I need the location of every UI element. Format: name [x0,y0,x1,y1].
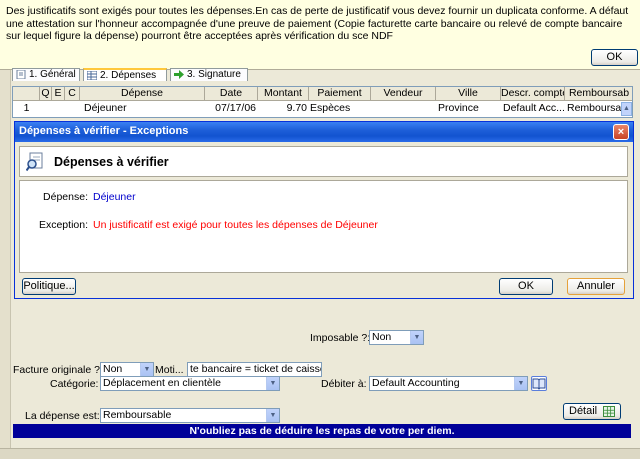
cell-montant: 9.70 [286,102,307,114]
politique-button[interactable]: Politique... [22,278,76,295]
cell-remboursable: Remboursab [567,102,622,114]
col-header-index[interactable] [13,87,40,101]
col-header-paiement[interactable]: Paiement [309,87,371,101]
depense-label: Dépense: [43,191,88,203]
imposable-select[interactable]: Non ▼ [369,330,424,345]
tab-signature-label: 3. Signature [187,69,241,80]
cell-ville: Province [438,102,479,114]
cell-paiement: Espèces [310,102,351,114]
col-header-ville[interactable]: Ville [436,87,501,101]
grid-header: Q E C Dépense Date Montant Paiement Vend… [13,87,632,101]
tab-general[interactable]: 1. Général [12,68,80,81]
grid-icon [87,71,97,80]
categorie-value: Déplacement en clientèle [103,377,221,389]
detail-label: Détail [569,405,598,417]
table-icon [603,406,615,417]
debiter-value: Default Accounting [372,377,460,389]
col-header-montant[interactable]: Montant [258,87,309,101]
exception-label: Exception: [38,219,88,231]
tab-signature[interactable]: 3. Signature [170,68,248,81]
table-row[interactable]: 1 Déjeuner 07/17/06 9.70 Espèces Provinc… [13,102,632,116]
alert-message: Des justificatifs sont exigés pour toute… [6,5,629,42]
col-header-e[interactable]: E [52,87,65,101]
tab-general-label: 1. Général [29,69,76,80]
dialog-title: Dépenses à vérifier - Exceptions [19,125,189,137]
motif-input[interactable]: te bancaire = ticket de caisse [187,362,322,377]
green-arrow-icon [174,70,184,79]
dialog-header-title: Dépenses à vérifier [54,155,169,169]
depense-est-value: Remboursable [103,409,172,421]
categorie-label: Catégorie: [50,378,99,390]
col-header-depense[interactable]: Dépense [80,87,205,101]
book-lookup-button[interactable] [531,376,547,391]
annuler-button[interactable]: Annuler [567,278,625,295]
dialog-body: Dépense: Déjeuner Exception: Un justific… [19,180,628,273]
book-icon [532,378,546,390]
imposable-label: Imposable ?: [310,332,371,344]
col-header-compte[interactable]: Descr. compte [501,87,565,101]
magnifier-document-icon [26,152,43,172]
chevron-down-icon[interactable]: ▼ [266,377,279,390]
detail-button[interactable]: Détail [563,403,621,420]
left-panel-strip [0,70,11,459]
cell-depense: Déjeuner [84,102,127,114]
cell-compte: Default Acc... [503,102,565,114]
expense-grid: Q E C Dépense Date Montant Paiement Vend… [12,86,633,118]
exceptions-dialog: Dépenses à vérifier - Exceptions × Dépen… [14,121,634,299]
motif-label: Moti... [155,364,184,376]
chevron-down-icon[interactable]: ▼ [140,363,153,376]
col-header-remboursable[interactable]: Remboursab [565,87,632,101]
policy-alert: Des justificatifs sont exigés pour toute… [0,0,640,70]
facture-select[interactable]: Non ▼ [100,362,154,377]
document-icon [16,70,26,79]
close-button[interactable]: × [613,124,629,140]
depense-value: Déjeuner [93,191,136,203]
exception-value: Un justificatif est exigé pour toutes le… [93,219,378,231]
tab-depenses-label: 2. Dépenses [100,70,157,81]
imposable-value: Non [372,331,392,343]
per-diem-banner: N'oubliez pas de déduire les repas de vo… [13,424,631,438]
tab-depenses[interactable]: 2. Dépenses [83,68,167,81]
col-header-q[interactable]: Q [40,87,52,101]
scroll-up-arrow[interactable]: ▲ [621,102,632,116]
cell-index: 1 [23,102,30,114]
ok-button[interactable]: OK [499,278,553,295]
dialog-header-panel: Dépenses à vérifier [19,146,628,177]
chevron-down-icon[interactable]: ▼ [266,409,279,422]
col-header-vendeur[interactable]: Vendeur [371,87,436,101]
col-header-date[interactable]: Date [205,87,258,101]
bottom-edge [0,448,640,459]
col-header-c[interactable]: C [65,87,80,101]
debiter-label: Débiter à: [321,378,367,390]
dialog-titlebar[interactable]: Dépenses à vérifier - Exceptions × [15,122,633,142]
depense-est-select[interactable]: Remboursable ▼ [100,408,280,423]
facture-value: Non [103,363,123,375]
facture-label: Facture originale ?: [13,364,103,376]
categorie-select[interactable]: Déplacement en clientèle ▼ [100,376,280,391]
chevron-down-icon[interactable]: ▼ [514,377,527,390]
depense-est-label: La dépense est: [25,410,100,422]
alert-ok-button[interactable]: OK [591,49,638,66]
chevron-down-icon[interactable]: ▼ [410,331,423,344]
cell-date: 07/17/06 [215,102,256,114]
debiter-select[interactable]: Default Accounting ▼ [369,376,528,391]
